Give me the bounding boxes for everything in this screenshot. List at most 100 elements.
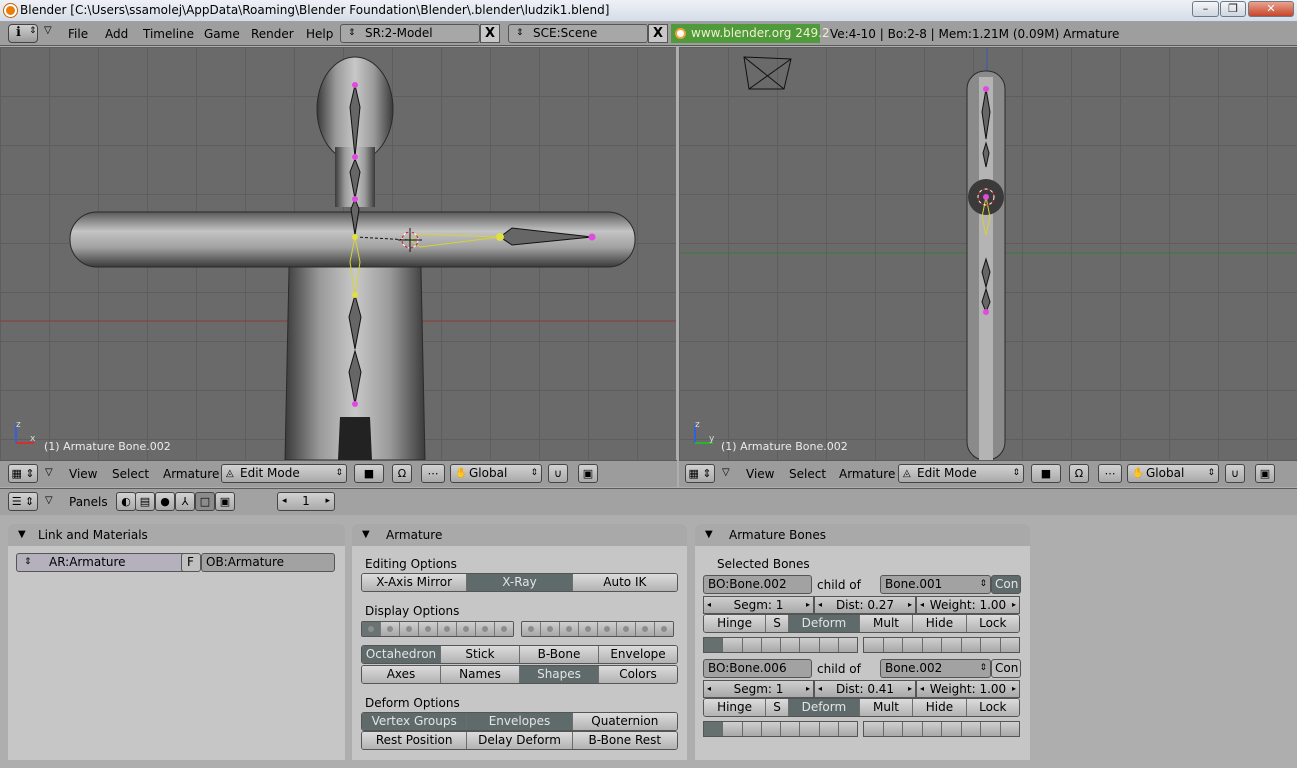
orientation-selector[interactable]: ✋ Global ⇕ (450, 464, 542, 483)
delay-deform-button[interactable]: Delay Deform (467, 732, 573, 749)
delete-screen-button[interactable]: X (480, 24, 500, 43)
layer-toggle[interactable] (864, 638, 884, 652)
parent-bone-selector[interactable]: Bone.002 ⇕ (880, 659, 991, 678)
x-ray-button[interactable]: X-Ray (467, 574, 573, 591)
screen-selector[interactable]: ⇕ SR:2-Model (340, 24, 480, 43)
menu-game[interactable]: Game (204, 27, 240, 41)
layer-toggle[interactable] (781, 638, 801, 652)
segments-field[interactable]: ◂ Segm: 1 ▸ (703, 680, 814, 698)
distance-field[interactable]: ◂ Dist: 0.41 ▸ (814, 680, 916, 698)
menu-timeline[interactable]: Timeline (143, 27, 194, 41)
quaternion-button[interactable]: Quaternion (572, 713, 677, 730)
pivot-button[interactable]: Ω (392, 464, 412, 483)
bone-layer-toggle[interactable] (419, 622, 438, 636)
hide-button[interactable]: Hide (913, 699, 967, 716)
arrow-right-icon[interactable]: ▸ (1012, 597, 1016, 613)
layer-toggle[interactable] (761, 722, 781, 736)
bone-layer-toggle[interactable] (598, 622, 617, 636)
envelope-button[interactable]: Envelope (599, 646, 677, 663)
rest-position-button[interactable]: Rest Position (362, 732, 468, 749)
mode-selector[interactable]: ◬ Edit Mode ⇕ (898, 464, 1024, 483)
layer-toggle[interactable] (723, 722, 743, 736)
bone-layer-toggle[interactable] (579, 622, 598, 636)
editor-type-button[interactable]: ☰ ⇕ (8, 492, 38, 511)
menu-view[interactable]: View (746, 467, 774, 481)
arrow-left-icon[interactable]: ◂ (818, 681, 822, 697)
maximize-button[interactable]: ❐ (1220, 1, 1246, 17)
bone-layer-toggle[interactable] (495, 622, 513, 636)
layer-toggle[interactable] (1000, 722, 1019, 736)
hide-button[interactable]: Hide (913, 615, 967, 632)
layer-toggle[interactable] (742, 722, 762, 736)
bone-layer-toggle[interactable] (457, 622, 476, 636)
arrow-right-icon[interactable]: ▸ (908, 597, 912, 613)
draw-type-button[interactable]: ■ (1031, 464, 1061, 483)
deform-button[interactable]: Deform (788, 615, 860, 632)
names-button[interactable]: Names (441, 666, 520, 683)
arrow-left-icon[interactable]: ◂ (920, 681, 924, 697)
collapse-triangle-icon[interactable]: ▼ (18, 524, 26, 546)
layer-toggle[interactable] (942, 638, 962, 652)
script-context-button[interactable]: ▤ (135, 492, 155, 511)
octahedron-button[interactable]: Octahedron (362, 646, 441, 663)
logic-context-button[interactable]: ◐ (116, 492, 136, 511)
scale-inherit-button[interactable]: S (766, 615, 789, 632)
panel-header[interactable]: ▼ Armature (352, 524, 687, 546)
envelopes-button[interactable]: Envelopes (467, 713, 573, 730)
menu-armature[interactable]: Armature (163, 467, 219, 481)
viewport-side[interactable]: z y (1) Armature Bone.002 (679, 47, 1297, 460)
render-preview-button[interactable]: ▣ (578, 464, 598, 483)
menu-render[interactable]: Render (251, 27, 294, 41)
connected-toggle[interactable]: Con (991, 659, 1021, 678)
panel-header[interactable]: ▼ Link and Materials (8, 524, 345, 546)
blender-url-badge[interactable]: www.blender.org 249.2 (671, 24, 830, 43)
panel-header[interactable]: ▼ Armature Bones (695, 524, 1030, 546)
layer-toggle[interactable] (761, 638, 781, 652)
mult-button[interactable]: Mult (859, 615, 914, 632)
b-bone-rest-button[interactable]: B-Bone Rest (572, 732, 677, 749)
menu-select[interactable]: Select (112, 467, 149, 481)
segments-field[interactable]: ◂ Segm: 1 ▸ (703, 596, 814, 614)
arrow-left-icon[interactable]: ◂ (282, 493, 287, 510)
weight-field[interactable]: ◂ Weight: 1.00 ▸ (916, 596, 1020, 614)
layer-toggle[interactable] (704, 638, 724, 652)
layer-toggle[interactable] (981, 722, 1001, 736)
object-name-field[interactable]: OB:Armature (201, 553, 335, 572)
bone-name-field[interactable]: BO:Bone.006 (703, 659, 812, 678)
collapse-triangle-icon[interactable]: ▼ (705, 524, 713, 546)
menu-armature[interactable]: Armature (839, 467, 895, 481)
bone-layer-toggle[interactable] (438, 622, 457, 636)
vertex-groups-button[interactable]: Vertex Groups (362, 713, 468, 730)
layer-toggle[interactable] (922, 722, 942, 736)
arrow-left-icon[interactable]: ◂ (920, 597, 924, 613)
bone-layer-toggle[interactable] (522, 622, 541, 636)
editor-type-button[interactable]: ▦ ⇕ (685, 464, 715, 483)
bone-layer-toggle[interactable] (476, 622, 495, 636)
bone-layer-toggle[interactable] (381, 622, 400, 636)
mode-selector[interactable]: ◬ Edit Mode ⇕ (221, 464, 347, 483)
layer-toggle[interactable] (922, 638, 942, 652)
shading-context-button[interactable]: ● (155, 492, 175, 511)
layer-toggle[interactable] (981, 638, 1001, 652)
scene-selector[interactable]: ⇕ SCE:Scene (508, 24, 648, 43)
manipulator-button[interactable]: ⋯ (1098, 464, 1122, 483)
distance-field[interactable]: ◂ Dist: 0.27 ▸ (814, 596, 916, 614)
delete-scene-button[interactable]: X (648, 24, 668, 43)
close-window-button[interactable]: ✕ (1248, 1, 1294, 17)
parent-bone-selector[interactable]: Bone.001 ⇕ (880, 575, 991, 594)
bone-layer-toggle[interactable] (400, 622, 419, 636)
menu-select[interactable]: Select (789, 467, 826, 481)
layer-toggle[interactable] (838, 638, 857, 652)
manipulator-button[interactable]: ⋯ (421, 464, 445, 483)
x-axis-mirror-button[interactable]: X-Axis Mirror (362, 574, 468, 591)
arrow-left-icon[interactable]: ◂ (707, 597, 711, 613)
arrow-left-icon[interactable]: ◂ (707, 681, 711, 697)
hinge-button[interactable]: Hinge (704, 699, 767, 716)
colors-button[interactable]: Colors (599, 666, 677, 683)
page-number-field[interactable]: ◂ 1 ▸ (277, 492, 335, 511)
scale-inherit-button[interactable]: S (766, 699, 789, 716)
arrow-right-icon[interactable]: ▸ (1012, 681, 1016, 697)
stick-button[interactable]: Stick (441, 646, 520, 663)
layer-toggle[interactable] (723, 638, 743, 652)
layer-toggle[interactable] (704, 722, 724, 736)
